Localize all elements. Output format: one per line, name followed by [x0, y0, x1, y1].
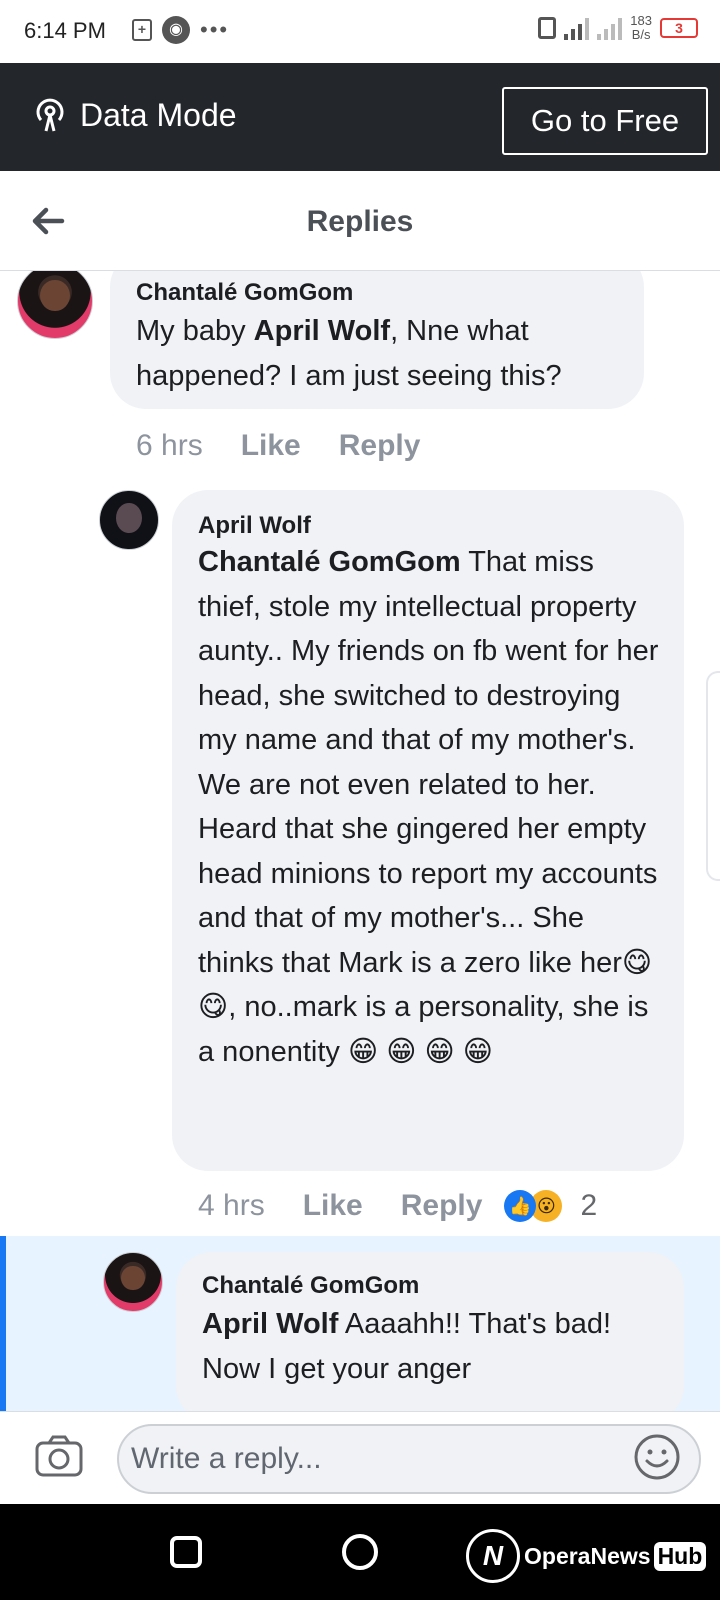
watermark-logo-icon: N — [466, 1529, 520, 1583]
battery-icon: 3 — [660, 18, 698, 38]
page-title: Replies — [306, 205, 414, 238]
mention[interactable]: April Wolf — [202, 1308, 338, 1340]
watermark-text: OperaNews — [524, 1542, 651, 1569]
avatar[interactable] — [103, 1252, 163, 1312]
replies-header: Replies — [0, 171, 720, 271]
battery-saver-icon: + — [132, 19, 152, 41]
network-speed: 183 B/s — [630, 13, 652, 42]
signal-2-icon — [597, 16, 623, 40]
reactions[interactable]: 👍 😮 2 — [504, 1189, 597, 1223]
comment-author[interactable]: Chantalé GomGom — [202, 1272, 419, 1300]
comment-text: April Wolf Aaaahh!! That's bad! Now I ge… — [202, 1308, 612, 1385]
mention[interactable]: Chantalé GomGom — [198, 546, 461, 578]
home-icon[interactable] — [342, 1534, 378, 1570]
reaction-count: 2 — [580, 1189, 598, 1222]
status-right-icons: 183 B/s 3 — [538, 14, 698, 42]
recent-apps-icon[interactable] — [170, 1536, 202, 1568]
emoji-icon[interactable] — [632, 1432, 682, 1482]
comment-time: 6 hrs — [136, 429, 203, 462]
app-notification-icon: ◉ — [162, 16, 190, 44]
avatar[interactable] — [17, 271, 93, 339]
watermark: N OperaNews Hub — [466, 1528, 707, 1584]
like-button[interactable]: Like — [241, 429, 301, 463]
vibrate-icon — [538, 17, 557, 39]
comment-meta: 6 hrs Like Reply — [136, 429, 420, 463]
comment-author[interactable]: Chantalé GomGom — [136, 279, 353, 307]
comment-author[interactable]: April Wolf — [198, 512, 311, 540]
status-left-icons: + ◉ ••• — [132, 16, 229, 44]
reply-composer — [0, 1411, 720, 1504]
scroll-handle[interactable] — [706, 671, 720, 881]
comments-list[interactable]: Chantalé GomGom My baby April Wolf, Nne … — [0, 271, 720, 1411]
comment-meta: 4 hrs Like Reply 👍 😮 2 — [198, 1189, 597, 1223]
mention[interactable]: April Wolf — [254, 315, 390, 347]
navigation-bar: N OperaNews Hub — [0, 1504, 720, 1600]
go-to-free-button[interactable]: Go to Free — [502, 87, 708, 155]
comment-text: My baby April Wolf, Nne what happened? I… — [136, 315, 562, 392]
watermark-hub: Hub — [653, 1541, 707, 1571]
reply-input[interactable] — [117, 1424, 701, 1494]
like-reaction-icon: 👍 — [504, 1190, 537, 1222]
like-button[interactable]: Like — [303, 1189, 363, 1223]
camera-icon[interactable] — [34, 1434, 84, 1478]
avatar[interactable] — [99, 490, 159, 550]
data-mode-bar: Data Mode Go to Free — [0, 63, 720, 171]
reply-button[interactable]: Reply — [401, 1189, 483, 1223]
signal-1-icon — [564, 16, 590, 40]
reply-button[interactable]: Reply — [339, 429, 421, 463]
status-time: 6:14 PM — [24, 18, 106, 43]
broadcast-icon — [36, 98, 64, 132]
data-mode-label: Data Mode — [80, 97, 237, 133]
more-notifications-icon: ••• — [200, 17, 230, 42]
comment-time: 4 hrs — [198, 1189, 265, 1222]
status-bar: 6:14 PM + ◉ ••• 183 B/s 3 — [0, 0, 720, 63]
comment-text: Chantalé GomGom That miss thief, stole m… — [198, 546, 659, 1068]
